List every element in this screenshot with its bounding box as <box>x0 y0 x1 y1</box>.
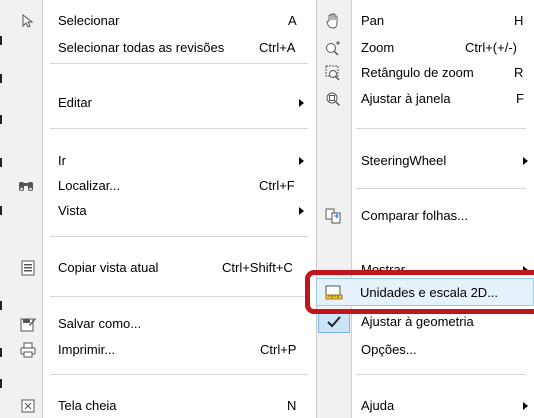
zoom-rectangle-icon <box>324 64 342 82</box>
menu-item-label: Tela cheia <box>58 398 117 413</box>
zoom-plus-minus-icon <box>324 39 342 57</box>
binoculars-icon <box>17 177 35 195</box>
menu-separator <box>50 374 308 375</box>
menu-separator <box>50 128 308 129</box>
menu-item-label: Copiar vista atual <box>58 260 159 275</box>
menu-separator <box>50 63 308 64</box>
menu-item-label: Comparar folhas... <box>361 208 468 223</box>
edge-mark <box>0 115 2 124</box>
printer-icon <box>19 341 37 359</box>
save-as-icon <box>19 315 37 333</box>
checkmark-icon <box>325 313 343 331</box>
menu-item-shortcut: A <box>288 13 297 28</box>
menu-item-label: Ajuda <box>361 398 395 413</box>
menu-item-shortcut: Ctrl+F <box>259 178 295 193</box>
edge-mark <box>0 74 2 83</box>
menu-item-label: Localizar... <box>58 178 121 193</box>
menu-item-zoom-to-fit[interactable]: Ajustar à janela F <box>317 88 534 110</box>
menu-item-label: Selecionar <box>58 13 120 28</box>
menu-item-select[interactable]: Selecionar A <box>0 10 316 32</box>
menu-item-label: Selecionar todas as revisões <box>58 40 225 55</box>
menu-item-view[interactable]: Vista <box>0 200 316 222</box>
edge-mark <box>0 301 2 310</box>
menu-separator <box>50 236 308 237</box>
menu-item-label: Salvar como... <box>58 316 142 331</box>
menu-item-label: Pan <box>361 13 385 28</box>
menu-item-label: Opções... <box>361 342 417 357</box>
menu-item-options[interactable]: Opções... <box>317 339 534 361</box>
menu-item-zoom-rectangle[interactable]: Retângulo de zoom R <box>317 62 534 84</box>
menu-item-shortcut: H <box>514 13 524 28</box>
fullscreen-icon <box>19 397 37 415</box>
menu-item-label: Ir <box>58 153 66 168</box>
menu-separator <box>356 374 526 375</box>
menu-item-save-as[interactable]: Salvar como... <box>0 313 316 335</box>
copy-view-icon <box>19 259 37 277</box>
menu-item-label: Ajustar à geometria <box>361 314 474 329</box>
menu-item-help[interactable]: Ajuda <box>317 395 534 417</box>
submenu-arrow-icon <box>523 402 528 410</box>
menu-item-select-all-revisions[interactable]: Selecionar todas as revisões Ctrl+A <box>0 37 316 59</box>
menu-item-label: Editar <box>58 95 92 110</box>
highlight-callout-frame <box>305 270 534 314</box>
menu-item-edit[interactable]: Editar <box>0 92 316 114</box>
menu-item-label: Ajustar à janela <box>361 91 451 106</box>
menu-item-print[interactable]: Imprimir... Ctrl+P <box>0 339 316 361</box>
menu-item-pan[interactable]: Pan H <box>317 10 534 32</box>
menu-item-goto[interactable]: Ir <box>0 150 316 172</box>
menu-item-steeringwheel[interactable]: SteeringWheel <box>317 150 534 172</box>
menu-item-label: Imprimir... <box>58 342 116 357</box>
menu-item-label: Vista <box>58 203 87 218</box>
menu-item-shortcut: Ctrl+Shift+C <box>222 260 293 275</box>
menu-separator <box>356 128 526 129</box>
menu-item-fullscreen[interactable]: Tela cheia N <box>0 395 316 417</box>
menu-item-shortcut: R <box>514 65 524 80</box>
menu-item-label: Zoom <box>361 40 395 55</box>
menu-separator <box>50 296 308 297</box>
menu-item-find[interactable]: Localizar... Ctrl+F <box>0 175 316 197</box>
hand-pan-icon <box>324 12 342 30</box>
edge-mark <box>0 379 2 388</box>
submenu-arrow-icon <box>299 157 304 165</box>
menu-item-shortcut: Ctrl+A <box>259 40 296 55</box>
menu-item-shortcut: Ctrl+(+/-) <box>465 40 517 55</box>
menu-item-shortcut: N <box>287 398 297 413</box>
menu-separator <box>356 188 526 189</box>
menu-item-copy-view[interactable]: Copiar vista atual Ctrl+Shift+C <box>0 257 316 279</box>
zoom-fit-icon <box>324 90 342 108</box>
menu-item-zoom[interactable]: Zoom Ctrl+(+/-) <box>317 37 534 59</box>
menu-item-label: Retângulo de zoom <box>361 65 474 80</box>
submenu-arrow-icon <box>299 99 304 107</box>
submenu-arrow-icon <box>523 157 528 165</box>
submenu-arrow-icon <box>299 207 304 215</box>
menu-item-shortcut: F <box>516 91 524 106</box>
menu-item-shortcut: Ctrl+P <box>260 342 297 357</box>
compare-sheets-icon <box>324 207 342 225</box>
pointer-arrow-icon <box>19 12 37 30</box>
menu-item-label: SteeringWheel <box>361 153 447 168</box>
menu-item-compare-sheets[interactable]: Comparar folhas... <box>317 205 534 227</box>
menu-item-fit-geometry[interactable]: Ajustar à geometria <box>317 311 534 333</box>
